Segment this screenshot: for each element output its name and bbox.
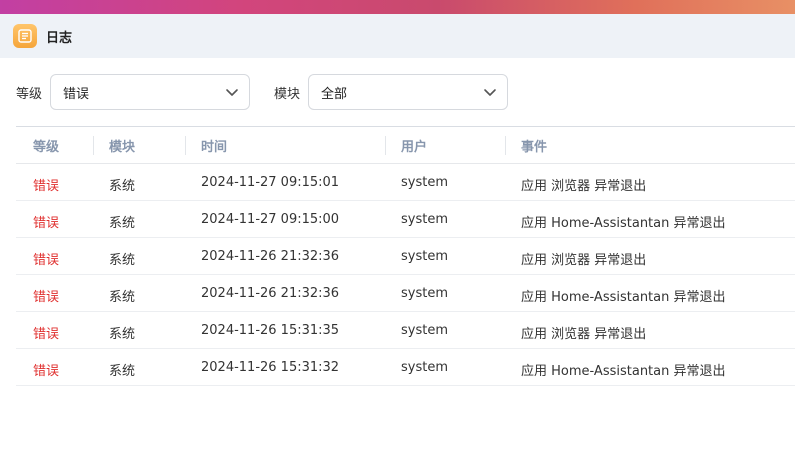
- filter-bar: 等级 错误 模块 全部: [16, 74, 509, 110]
- cell-level: 错误: [33, 253, 60, 268]
- cell-time: 2024-11-26 21:32:36: [201, 286, 340, 301]
- column-header-event[interactable]: 事件: [521, 136, 547, 155]
- column-divider: [185, 136, 186, 155]
- column-divider: [505, 136, 506, 155]
- level-select[interactable]: 错误: [50, 74, 251, 110]
- cell-time: 2024-11-26 15:31:35: [201, 323, 340, 338]
- window-titlebar: 日志: [0, 14, 795, 58]
- cell-event: 应用 Home-Assistantan 异常退出: [521, 290, 726, 305]
- cell-event: 应用 浏览器 异常退出: [521, 253, 647, 268]
- cell-module: 系统: [109, 364, 136, 379]
- chevron-down-icon: [484, 89, 496, 96]
- cell-level: 错误: [33, 216, 60, 231]
- cell-module: 系统: [109, 179, 136, 194]
- cell-module: 系统: [109, 290, 136, 305]
- cell-user: system: [401, 286, 448, 301]
- level-filter-label: 等级: [16, 86, 43, 102]
- table-row[interactable]: 错误 系统 2024-11-26 15:31:35 system 应用 浏览器 …: [16, 312, 795, 349]
- column-divider: [93, 136, 94, 155]
- cell-event: 应用 Home-Assistantan 异常退出: [521, 216, 726, 231]
- table-row[interactable]: 错误 系统 2024-11-26 21:32:36 system 应用 浏览器 …: [16, 238, 795, 275]
- chevron-down-icon: [226, 89, 238, 96]
- log-app-icon: [13, 24, 37, 48]
- desktop-wallpaper-strip: [0, 0, 795, 14]
- cell-module: 系统: [109, 327, 136, 342]
- table-row[interactable]: 错误 系统 2024-11-27 09:15:01 system 应用 浏览器 …: [16, 164, 795, 201]
- cell-user: system: [401, 175, 448, 190]
- module-filter-label: 模块: [274, 86, 301, 102]
- window-title: 日志: [46, 30, 73, 46]
- cell-time: 2024-11-27 09:15:00: [201, 212, 340, 227]
- module-select-value: 全部: [321, 86, 348, 102]
- cell-event: 应用 浏览器 异常退出: [521, 327, 647, 342]
- level-select-value: 错误: [63, 86, 90, 102]
- column-header-module[interactable]: 模块: [109, 136, 135, 155]
- cell-time: 2024-11-26 15:31:32: [201, 360, 340, 375]
- cell-level: 错误: [33, 179, 60, 194]
- table-row[interactable]: 错误 系统 2024-11-26 15:31:32 system 应用 Home…: [16, 349, 795, 386]
- cell-module: 系统: [109, 253, 136, 268]
- cell-level: 错误: [33, 364, 60, 379]
- cell-time: 2024-11-26 21:32:36: [201, 249, 340, 264]
- cell-level: 错误: [33, 290, 60, 305]
- log-window: 日志 等级 错误 模块 全部 等级 模块 时间 用户 事件 错误 系统 2024…: [0, 14, 795, 459]
- column-header-user[interactable]: 用户: [401, 136, 427, 155]
- column-divider: [385, 136, 386, 155]
- column-header-time[interactable]: 时间: [201, 136, 227, 155]
- module-select[interactable]: 全部: [308, 74, 509, 110]
- cell-level: 错误: [33, 327, 60, 342]
- cell-user: system: [401, 249, 448, 264]
- cell-user: system: [401, 212, 448, 227]
- cell-event: 应用 Home-Assistantan 异常退出: [521, 364, 726, 379]
- cell-user: system: [401, 360, 448, 375]
- table-header: 等级 模块 时间 用户 事件: [16, 127, 795, 164]
- column-header-level[interactable]: 等级: [33, 136, 59, 155]
- table-row[interactable]: 错误 系统 2024-11-26 21:32:36 system 应用 Home…: [16, 275, 795, 312]
- cell-event: 应用 浏览器 异常退出: [521, 179, 647, 194]
- cell-time: 2024-11-27 09:15:01: [201, 175, 340, 190]
- log-table: 等级 模块 时间 用户 事件 错误 系统 2024-11-27 09:15:01…: [16, 126, 795, 386]
- cell-user: system: [401, 323, 448, 338]
- table-row[interactable]: 错误 系统 2024-11-27 09:15:00 system 应用 Home…: [16, 201, 795, 238]
- cell-module: 系统: [109, 216, 136, 231]
